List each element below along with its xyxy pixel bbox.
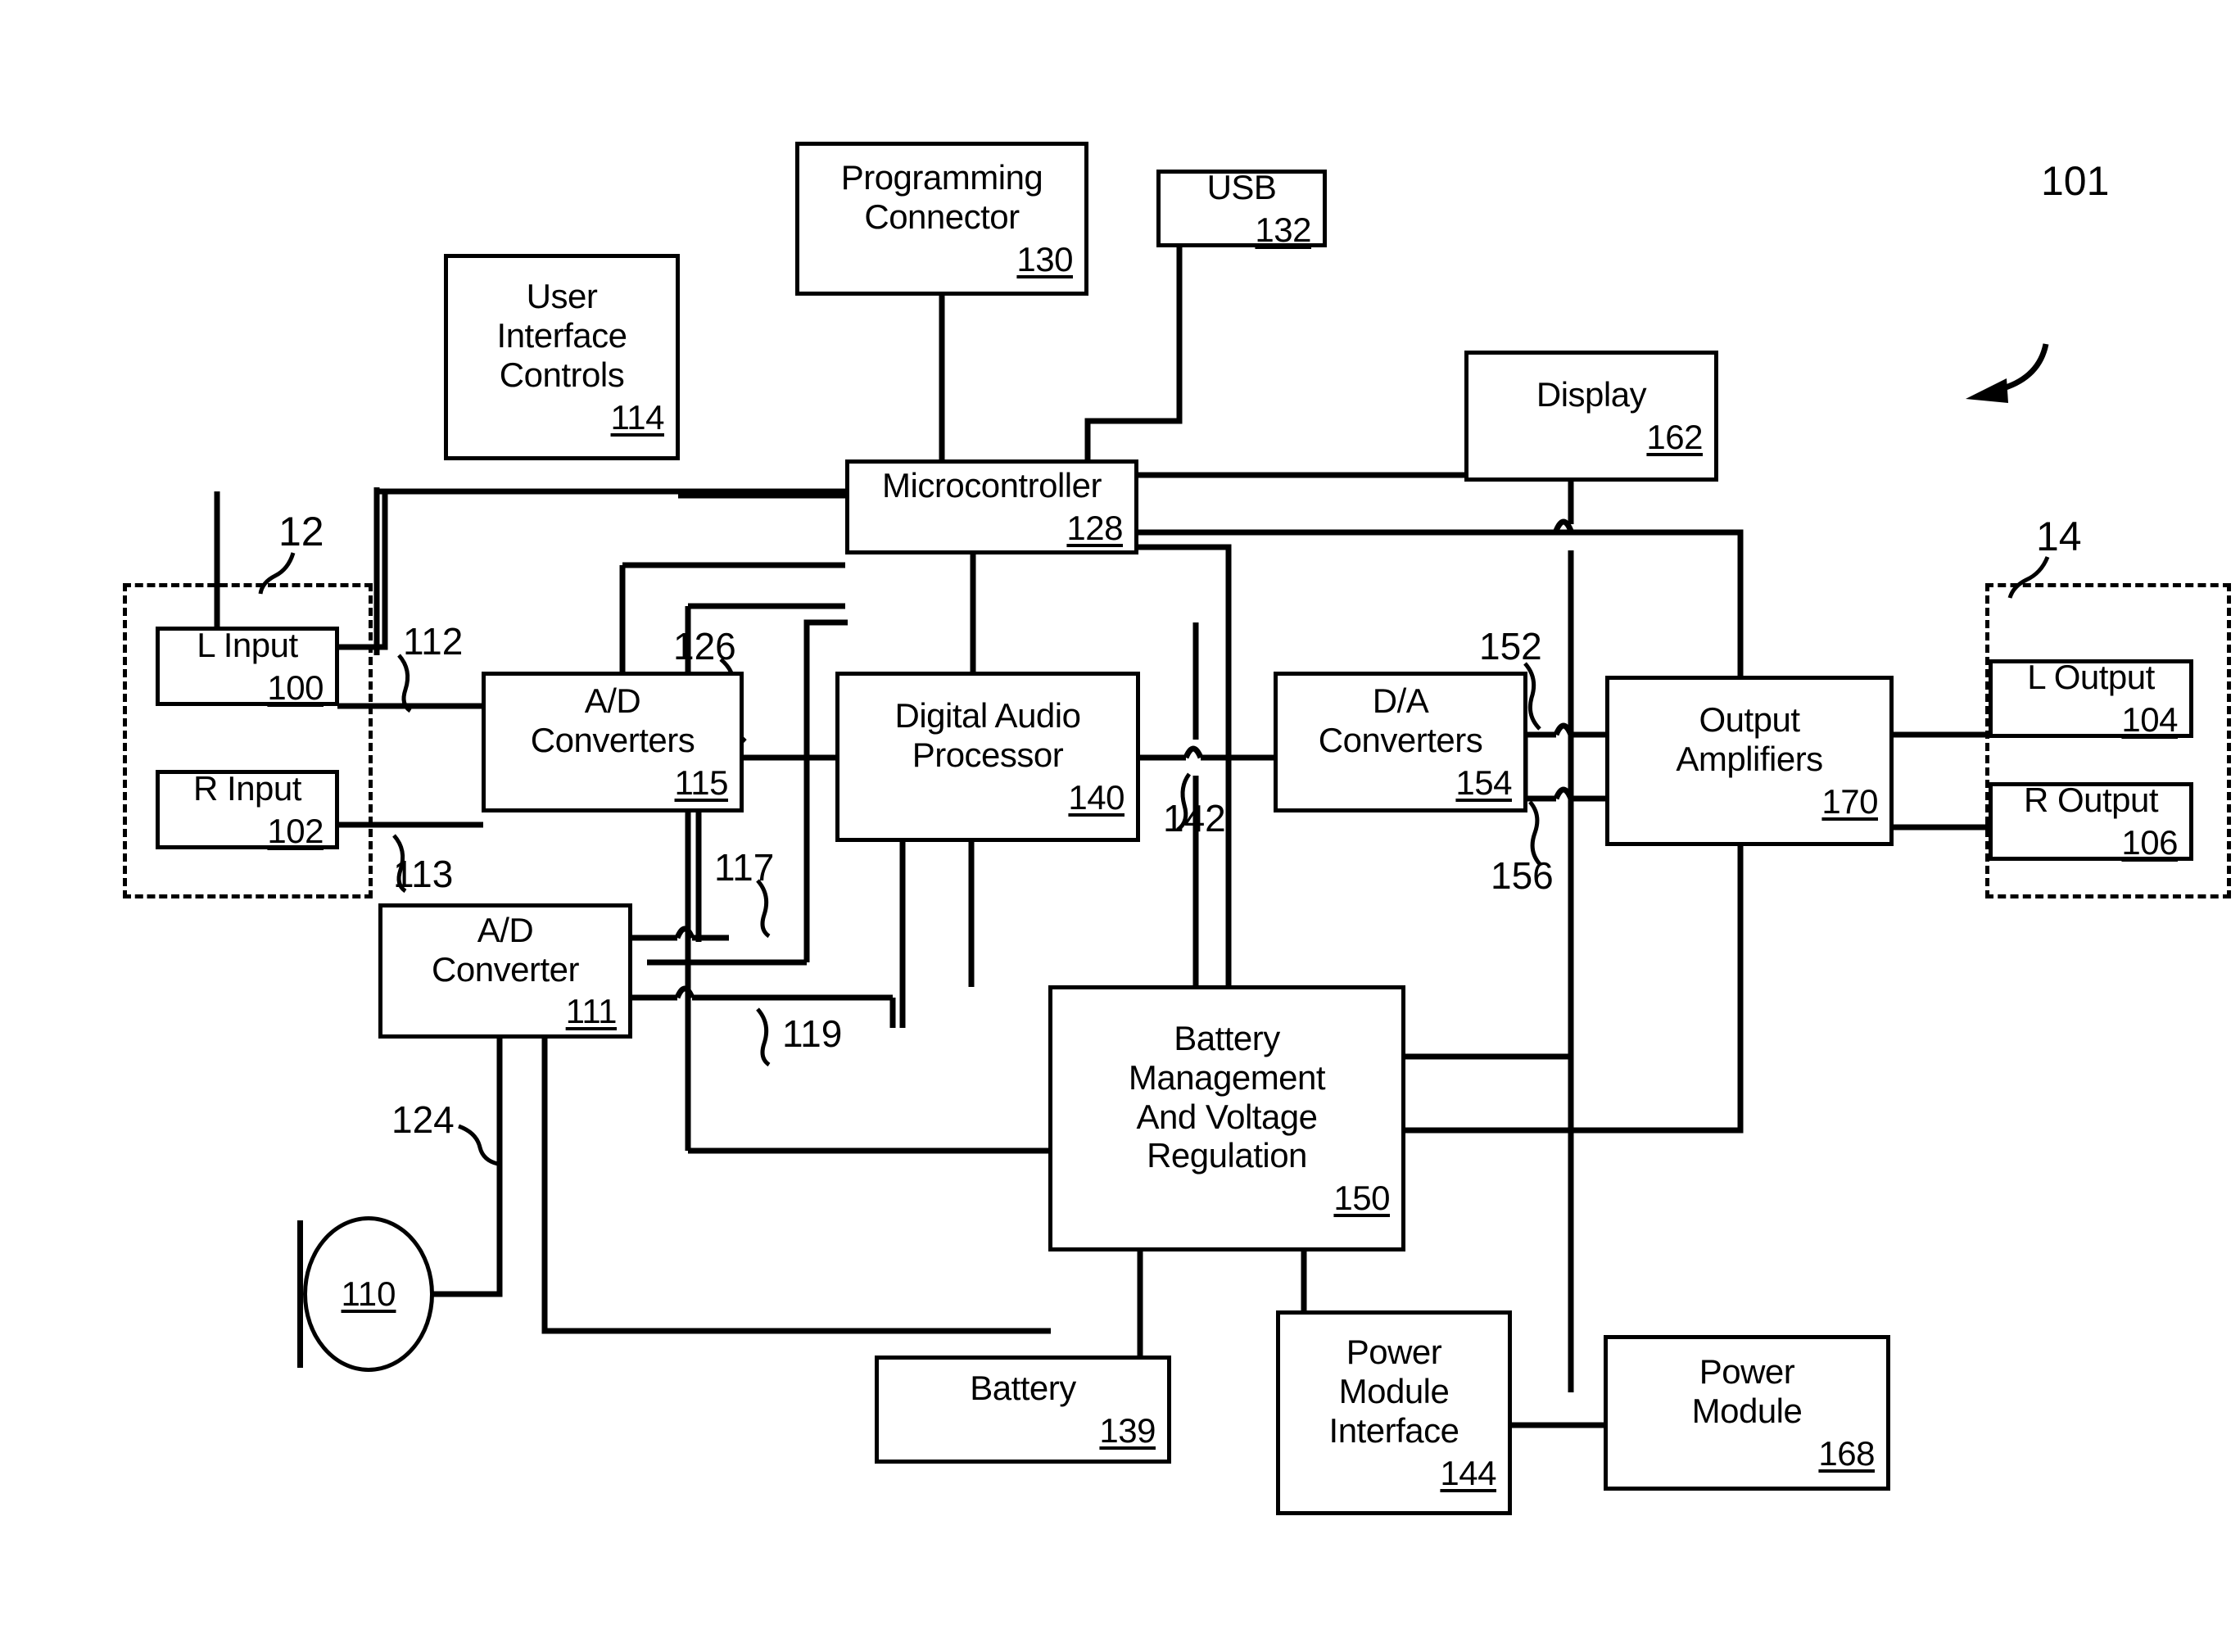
block-label: R Output: [2023, 781, 2159, 820]
wire-riser840-bottom: [688, 1073, 1051, 1151]
block-label: Battery: [970, 1369, 1076, 1408]
block-l-output[interactable]: L Output 104: [1989, 658, 2193, 739]
block-da-converters[interactable]: D/A Converters 154: [1274, 672, 1527, 812]
wire-outamp-to-bmvr: [1405, 845, 1744, 1134]
block-power-module[interactable]: Power Module 168: [1604, 1335, 1890, 1491]
block-label: Display: [1536, 375, 1647, 414]
block-power-module-interface[interactable]: Power Module Interface 144: [1276, 1310, 1512, 1515]
block-label: Digital Audio Processor: [894, 696, 1081, 775]
wire-usb-to-mcu: [1084, 246, 1183, 464]
figure-ref-101: 101: [2041, 158, 2110, 204]
wire-hop-spine-1: [1553, 518, 1574, 532]
block-label: Power Module: [1691, 1352, 1803, 1431]
block-usb[interactable]: USB 132: [1156, 167, 1327, 249]
microphone-bar: [297, 1220, 303, 1368]
leader-119: [756, 1007, 771, 1067]
signal-ref-113: 113: [393, 853, 454, 895]
wire-ui-to-mcu: [678, 492, 855, 532]
block-ref: 150: [1333, 1179, 1390, 1218]
group-ref-12: 12: [278, 509, 324, 554]
block-label: Programming Connector: [840, 158, 1043, 237]
block-battery-management[interactable]: Battery Management And Voltage Regulatio…: [1048, 985, 1405, 1251]
block-ad-converter-single[interactable]: A/D Converter 111: [378, 903, 632, 1039]
block-r-input[interactable]: R Input 102: [156, 768, 339, 850]
block-battery[interactable]: Battery 139: [875, 1356, 1171, 1464]
signal-ref-142: 142: [1163, 797, 1226, 840]
signal-ref-119: 119: [782, 1012, 843, 1055]
wire-hop-dap-dac: [1183, 745, 1204, 759]
leader-124: [458, 1124, 499, 1166]
block-ref: 106: [2121, 823, 2178, 862]
wire-hop-adc111-1: [674, 926, 695, 939]
block-r-output[interactable]: R Output 106: [1989, 781, 2193, 862]
signal-ref-156: 152: [1479, 625, 1542, 668]
wire-mcu-to-outamp: [1137, 529, 1744, 678]
block-ref: 114: [610, 397, 665, 437]
block-ref: 102: [267, 811, 324, 850]
block-ref: 132: [1255, 210, 1311, 249]
wire-adc111-bottom: [541, 1036, 1051, 1334]
figure-canvas: Programming Connector 130 USB 132 User I…: [0, 0, 2240, 1652]
leader-112: [397, 654, 412, 713]
block-label: Power Module Interface: [1328, 1333, 1459, 1450]
block-ref: 139: [1099, 1411, 1156, 1450]
block-label: D/A Converters: [1318, 681, 1483, 760]
block-ref: 154: [1455, 763, 1512, 802]
signal-ref-152: 156: [1491, 854, 1554, 897]
block-label: R Input: [193, 768, 301, 808]
signal-ref-126: 126: [673, 625, 736, 668]
block-microphone[interactable]: 110: [303, 1216, 434, 1372]
block-programming-connector[interactable]: Programming Connector 130: [795, 142, 1088, 296]
block-label: USB: [1206, 167, 1277, 206]
block-l-input[interactable]: L Input 100: [156, 625, 339, 707]
block-ref: 100: [267, 668, 324, 707]
block-ref: 130: [1016, 239, 1073, 278]
block-label: L Output: [2027, 658, 2155, 697]
block-label: A/D Converters: [530, 681, 695, 760]
block-ref: 128: [1066, 509, 1123, 547]
block-user-interface-controls[interactable]: User Interface Controls 114: [444, 254, 680, 460]
leader-101: [2002, 343, 2049, 392]
block-ref: 111: [565, 992, 618, 1031]
block-label: Battery Management And Voltage Regulatio…: [1128, 1018, 1326, 1175]
block-digital-audio-processor[interactable]: Digital Audio Processor 140: [835, 672, 1140, 842]
block-ref: 144: [1440, 1453, 1496, 1492]
block-ad-converters[interactable]: A/D Converters 115: [482, 672, 744, 812]
block-ref: 140: [1068, 777, 1125, 817]
block-ref: 162: [1646, 418, 1703, 456]
wire-mic-to-adc111: [426, 1036, 503, 1297]
signal-ref-117: 117: [714, 846, 775, 889]
signal-ref-124: 124: [391, 1098, 455, 1141]
wire-hop-adc111-2: [674, 985, 695, 999]
wire-mcu-right-drop: [1137, 544, 1232, 966]
block-label: Microcontroller: [882, 466, 1102, 505]
wire-hop-dac-oa-1: [1553, 722, 1574, 736]
block-ref: 115: [674, 763, 729, 802]
wire-adc111-out1-cont: [692, 901, 966, 938]
block-microcontroller[interactable]: Microcontroller 128: [845, 459, 1138, 554]
block-label: A/D Converter: [432, 910, 579, 989]
block-label: Output Amplifiers: [1676, 700, 1823, 779]
block-ref: 110: [341, 1274, 396, 1313]
group-ref-14: 14: [2036, 514, 2082, 559]
block-label: User Interface Controls: [496, 277, 627, 394]
block-ref: 104: [2121, 700, 2178, 739]
block-label: L Input: [197, 625, 298, 664]
block-ref: 170: [1821, 781, 1878, 821]
block-display[interactable]: Display 162: [1464, 351, 1718, 482]
arrowhead-101: [1966, 378, 2008, 403]
wire-hop-dac-oa-2: [1553, 786, 1574, 800]
block-output-amplifiers[interactable]: Output Amplifiers 170: [1605, 676, 1894, 846]
signal-ref-112: 112: [403, 620, 464, 663]
block-ref: 168: [1818, 1433, 1875, 1473]
